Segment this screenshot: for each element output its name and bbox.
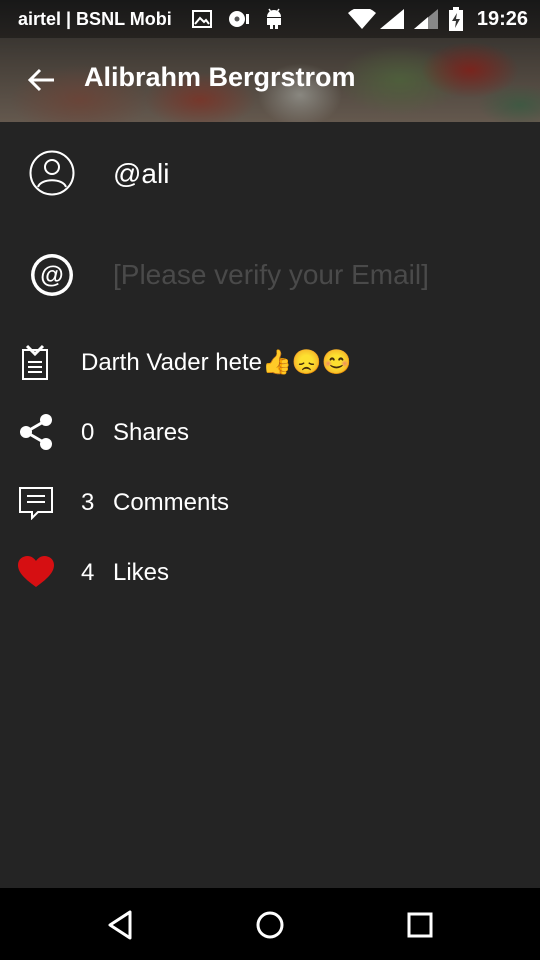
android-icon — [267, 8, 281, 29]
email-row[interactable]: @ [Please verify your Email] — [0, 252, 540, 300]
username: @ali — [113, 158, 170, 189]
recents-square-icon[interactable] — [403, 908, 437, 942]
email-field[interactable]: [Please verify your Email] — [113, 259, 429, 291]
likes-row[interactable]: 4 Likes — [0, 554, 540, 590]
svg-text:@: @ — [40, 262, 63, 289]
media-icon — [229, 11, 249, 27]
battery-charging-icon — [449, 7, 463, 31]
clipboard-note-icon — [22, 344, 48, 380]
status-message: Darth Vader hete👍😞😊 — [81, 349, 352, 376]
likes-count: 4 — [81, 559, 95, 586]
comment-icon — [19, 487, 53, 520]
at-sign-icon: @ — [31, 254, 73, 296]
user-icon — [29, 150, 75, 196]
username-row: @ali — [0, 150, 540, 198]
comments-row[interactable]: 3 Comments — [0, 484, 540, 520]
arrow-left-icon[interactable] — [26, 64, 58, 96]
signal-icon — [380, 9, 404, 29]
home-circle-icon[interactable] — [253, 908, 287, 942]
shares-label: Shares — [113, 419, 190, 446]
clock: 19:26 — [476, 8, 528, 30]
page-title: Alibrahm Bergrstrom — [84, 62, 356, 92]
shares-row[interactable]: 0 Shares — [0, 414, 540, 450]
carrier-name: airtel | BSNL Mobi — [18, 9, 172, 29]
wifi-icon — [348, 9, 376, 29]
likes-label: Likes — [113, 559, 170, 586]
share-icon — [20, 414, 52, 450]
shares-count: 0 — [81, 419, 95, 446]
status-bar: airtel | BSNL Mobi 19:26 — [0, 0, 540, 38]
comments-label: Comments — [113, 489, 230, 516]
image-icon — [192, 10, 212, 28]
signal-icon-2 — [414, 9, 438, 29]
navigation-bar — [0, 888, 540, 960]
status-row: Darth Vader hete👍😞😊 — [0, 342, 540, 382]
back-triangle-icon[interactable] — [104, 908, 138, 942]
comments-count: 3 — [81, 489, 95, 516]
heart-icon — [18, 556, 54, 587]
